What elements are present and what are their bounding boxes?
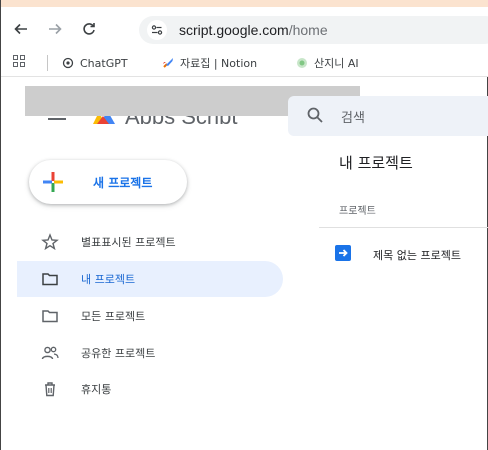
app-header: Apps Script 검색 xyxy=(1,78,488,136)
folder-icon xyxy=(41,307,59,325)
bookmark-label: 산지니 AI xyxy=(314,57,359,70)
folder-icon xyxy=(41,270,59,288)
apps-script-file-icon xyxy=(335,245,351,261)
header-divider xyxy=(319,227,488,228)
new-project-label: 새 프로젝트 xyxy=(93,176,153,190)
back-button[interactable] xyxy=(11,19,31,39)
forward-button[interactable] xyxy=(45,19,65,39)
search-input[interactable]: 검색 xyxy=(341,107,365,126)
reload-icon xyxy=(83,23,95,35)
address-bar[interactable]: script.google.com/home xyxy=(139,16,488,44)
sidebar-item-my-projects[interactable]: 내 프로젝트 xyxy=(17,261,283,297)
project-name: 제목 없는 프로젝트 xyxy=(373,249,461,262)
arrow-right-icon xyxy=(49,23,62,35)
url-text[interactable]: script.google.com/home xyxy=(179,21,328,39)
bookmark-notion[interactable]: 자료집 | Notion xyxy=(161,54,257,72)
bookmarks-separator xyxy=(47,55,48,71)
sidebar-item-trash[interactable]: 휴지통 xyxy=(17,371,283,407)
bookmark-sanjini[interactable]: 산지니 AI xyxy=(295,54,359,72)
sidebar-item-label: 내 프로젝트 xyxy=(81,273,136,286)
bookmark-chatgpt[interactable]: ChatGPT xyxy=(61,54,128,72)
arrow-left-icon xyxy=(14,23,27,35)
bookmarks-bar: ChatGPT 자료집 | Notion 산지니 AI xyxy=(1,49,488,77)
url-path: /home xyxy=(288,22,328,38)
rocket-icon xyxy=(161,56,175,70)
browser-toolbar: script.google.com/home xyxy=(1,7,488,49)
column-header-project[interactable]: 프로젝트 xyxy=(339,202,376,217)
apps-grid-icon[interactable] xyxy=(13,55,27,69)
trash-icon xyxy=(41,380,59,398)
tune-icon xyxy=(151,25,163,35)
search-icon[interactable] xyxy=(306,106,326,126)
chatgpt-icon xyxy=(61,56,75,70)
menu-icon xyxy=(48,118,66,120)
window-top-strip xyxy=(1,0,488,7)
sidebar-item-starred[interactable]: 별표표시된 프로젝트 xyxy=(17,224,283,260)
url-host: script.google.com xyxy=(179,22,289,38)
sidebar-item-label: 휴지통 xyxy=(81,383,112,396)
reload-button[interactable] xyxy=(79,19,99,39)
bookmark-label: 자료집 | Notion xyxy=(180,57,258,70)
sidebar-item-label: 별표표시된 프로젝트 xyxy=(81,236,176,249)
star-icon xyxy=(41,233,59,251)
globe-icon xyxy=(295,56,309,70)
bookmark-label: ChatGPT xyxy=(80,56,128,70)
people-icon xyxy=(41,344,59,362)
sidebar-item-all-projects[interactable]: 모든 프로젝트 xyxy=(17,298,283,334)
page-title: 내 프로젝트 xyxy=(339,154,413,172)
plus-icon xyxy=(42,171,64,193)
project-row[interactable]: 제목 없는 프로젝트 xyxy=(319,236,488,272)
sidebar-item-shared-projects[interactable]: 공유한 프로젝트 xyxy=(17,335,283,371)
new-project-button[interactable]: 새 프로젝트 xyxy=(29,160,187,204)
site-info-button[interactable] xyxy=(147,20,167,40)
sidebar-item-label: 공유한 프로젝트 xyxy=(81,347,156,360)
sidebar-item-label: 모든 프로젝트 xyxy=(81,310,146,323)
